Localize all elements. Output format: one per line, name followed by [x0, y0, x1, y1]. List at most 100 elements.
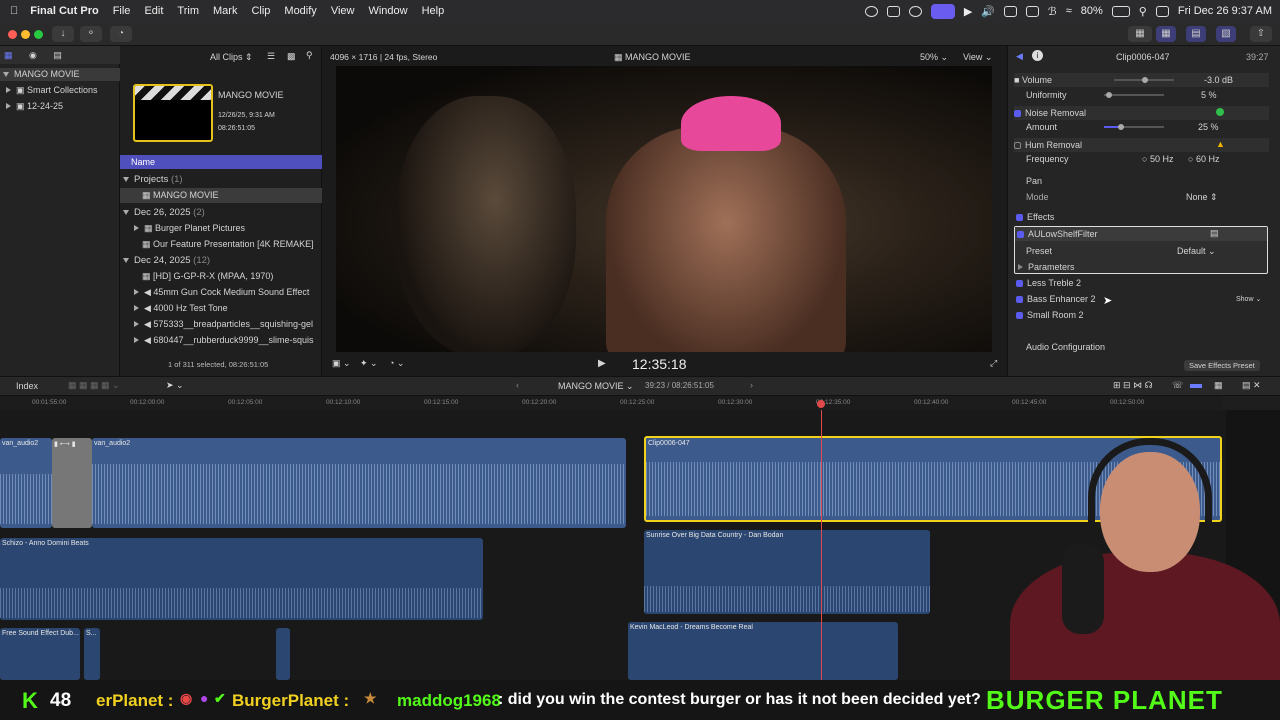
clip-gap[interactable]: ▮ ⟷ ▮ — [52, 438, 92, 528]
export-button[interactable]: ⇧ — [1250, 26, 1272, 42]
list-item[interactable]: ▦ [HD] G-GP-R-X (MPAA, 1970) — [142, 271, 273, 282]
playhead-marker[interactable] — [817, 400, 825, 408]
menu-modify[interactable]: Modify — [284, 5, 316, 17]
apple-icon[interactable]:  — [10, 5, 18, 17]
edit-tools-icons[interactable]: ▦ ▦ ▦ ▦ ⌄ — [68, 380, 120, 391]
timeline-controls-icons[interactable]: ⊞ ⊟ ⋈ ☊ — [1113, 380, 1153, 391]
inspector-layout-button[interactable]: ▧ — [1216, 26, 1236, 42]
clock[interactable]: Fri Dec 26 9:37 AM — [1178, 5, 1272, 17]
titles-icon[interactable]: ▤ — [53, 50, 62, 60]
search-icon[interactable]: ⚲ — [1139, 5, 1147, 18]
browser-layout-button[interactable]: ▦ — [1156, 26, 1176, 42]
effect-checkbox[interactable] — [1016, 296, 1023, 304]
effect-checkbox[interactable] — [1016, 312, 1023, 320]
music-clip-schizo[interactable]: Schizo - Anno Domini Beats — [0, 538, 483, 620]
hum-removal-row[interactable]: Hum Removal ▲ — [1014, 138, 1269, 152]
hum-removal-checkbox[interactable] — [1014, 142, 1021, 150]
list-item[interactable]: ◀ 45mm Gun Cock Medium Sound Effect — [134, 287, 309, 298]
freq-60-option[interactable]: ○ 60 Hz — [1188, 154, 1219, 164]
play-button[interactable]: ▶ — [598, 358, 606, 369]
group-projects[interactable]: Projects (1) — [123, 174, 183, 185]
music-clip-sunrise[interactable]: Sunrise Over Big Data Country - Dan Boda… — [644, 530, 930, 614]
transform-tool-icon[interactable]: ✦ ⌄ — [360, 358, 378, 369]
list-item[interactable]: ◀ 575333__breadparticles__squishing-gel — [134, 319, 313, 330]
wifi-icon[interactable]: ≈ — [1066, 5, 1072, 17]
forward-arrow-icon[interactable]: › — [750, 380, 753, 390]
fullscreen-icon[interactable]: ⤢ — [990, 358, 997, 369]
freq-50-option[interactable]: ○ 50 Hz — [1142, 154, 1173, 164]
sidebar-item-mango-movie[interactable]: MANGO MOVIE — [0, 68, 120, 81]
headphones-icon[interactable]: ☏ — [1172, 380, 1183, 391]
volume-slider[interactable] — [1114, 77, 1174, 83]
sfx-clip[interactable]: Free Sound Effect Dub... — [0, 628, 80, 680]
amount-slider[interactable] — [1104, 124, 1164, 130]
sidebar-item-event[interactable]: ▣ 12-24-25 — [6, 101, 63, 112]
effects-header[interactable]: Effects — [1016, 212, 1054, 222]
video-frame[interactable] — [336, 66, 992, 352]
mode-dropdown[interactable]: None ⇕ — [1186, 192, 1218, 203]
zoom-dropdown[interactable]: 50% ⌄ — [920, 52, 948, 63]
airplay-icon[interactable] — [1026, 5, 1040, 17]
list-item[interactable]: ◀ 680447__rubberduck9999__slime-squis — [134, 335, 314, 346]
screen-share-icon[interactable] — [886, 5, 900, 17]
clip-appearance-icon[interactable] — [1190, 384, 1202, 388]
list-item[interactable]: ▦ Our Feature Presentation [4K REMAKE] — [142, 239, 314, 250]
list-item[interactable]: ▦ Burger Planet Pictures — [134, 223, 245, 234]
timeline-ruler[interactable]: 00:01:55:00 00:12:00:00 00:12:05:00 00:1… — [0, 396, 1222, 410]
audio-configuration-header[interactable]: Audio Configuration — [1026, 342, 1105, 352]
noise-removal-checkbox[interactable] — [1014, 110, 1021, 118]
settings-icon[interactable]: ▩ — [287, 51, 296, 62]
minimize-window-button[interactable] — [21, 30, 30, 39]
group-dec-24[interactable]: Dec 24, 2025 (12) — [123, 255, 210, 266]
noise-removal-row[interactable]: Noise Removal — [1014, 106, 1269, 120]
window-icons[interactable]: ▤ ✕ — [1242, 380, 1261, 391]
timecode-display[interactable]: 12:35:18 — [632, 356, 687, 372]
menu-help[interactable]: Help — [422, 5, 445, 17]
import-button[interactable]: ↓ — [52, 26, 74, 42]
back-arrow-icon[interactable]: ‹ — [516, 380, 519, 390]
menu-file[interactable]: File — [113, 5, 131, 17]
save-effects-preset-button[interactable]: Save Effects Preset — [1184, 360, 1260, 371]
index-button[interactable]: Index — [16, 381, 38, 391]
play-icon[interactable]: ▶ — [964, 5, 972, 18]
sfx-clip-small[interactable]: S... — [84, 628, 100, 680]
effect-small-room[interactable]: Small Room 2 — [1016, 310, 1084, 320]
view-dropdown[interactable]: View ⌄ — [963, 52, 992, 63]
menu-trim[interactable]: Trim — [177, 5, 199, 17]
filter-checkbox[interactable] — [1017, 231, 1024, 239]
filter-settings-icon[interactable]: ▤ — [1210, 228, 1219, 239]
menu-window[interactable]: Window — [368, 5, 407, 17]
timeline-layout-button[interactable]: ▤ — [1186, 26, 1206, 42]
keywords-button[interactable]: ⚬ — [80, 26, 102, 42]
name-column-header[interactable]: Name — [120, 155, 322, 169]
display-options-icon[interactable]: ▣ ⌄ — [332, 358, 351, 369]
list-item[interactable]: ◀ 4000 Hz Test Tone — [134, 303, 228, 314]
amount-value[interactable]: 25 % — [1198, 122, 1219, 132]
effect-bass-enhancer[interactable]: Bass Enhancer 2 — [1016, 294, 1096, 304]
menu-view[interactable]: View — [331, 5, 355, 17]
control-icon[interactable] — [908, 5, 922, 17]
volume-icon[interactable]: 🔊 — [981, 5, 995, 18]
project-thumbnail[interactable] — [133, 84, 213, 142]
share-button[interactable]: ▦ — [1128, 26, 1152, 42]
project-dropdown[interactable]: MANGO MOVIE ⌄ — [558, 381, 634, 392]
app-menu[interactable]: Final Cut Pro — [30, 5, 98, 17]
bluetooth-icon[interactable]: ℬ — [1048, 5, 1057, 18]
audio-tab-icon[interactable]: ◀ — [1016, 51, 1023, 62]
info-tab-icon[interactable]: i — [1032, 50, 1043, 61]
music-clip-dreams[interactable]: Kevin MacLeod - Dreams Become Real — [628, 622, 898, 680]
select-tool-icon[interactable]: ➤ ⌄ — [166, 380, 184, 391]
parameters-disclosure[interactable]: Parameters — [1018, 262, 1075, 272]
clip-van-audio-a[interactable]: van_audio2 — [0, 438, 52, 528]
menu-mark[interactable]: Mark — [213, 5, 237, 17]
show-effect-toggle[interactable]: Show ⌄ — [1236, 295, 1261, 303]
search-icon[interactable]: ⚲ — [306, 50, 313, 61]
uniformity-value[interactable]: 5 % — [1201, 90, 1217, 100]
control-center-icon[interactable] — [1155, 5, 1169, 17]
timeline-index-icon[interactable]: ▦ — [1214, 380, 1223, 391]
sfx-clip-small[interactable] — [276, 628, 290, 680]
list-item[interactable]: ▦ MANGO MOVIE — [120, 188, 322, 203]
speed-icon[interactable]: ◔ ⌄ — [389, 358, 404, 369]
battery-label[interactable]: 80% — [1081, 5, 1103, 17]
menu-edit[interactable]: Edit — [144, 5, 163, 17]
